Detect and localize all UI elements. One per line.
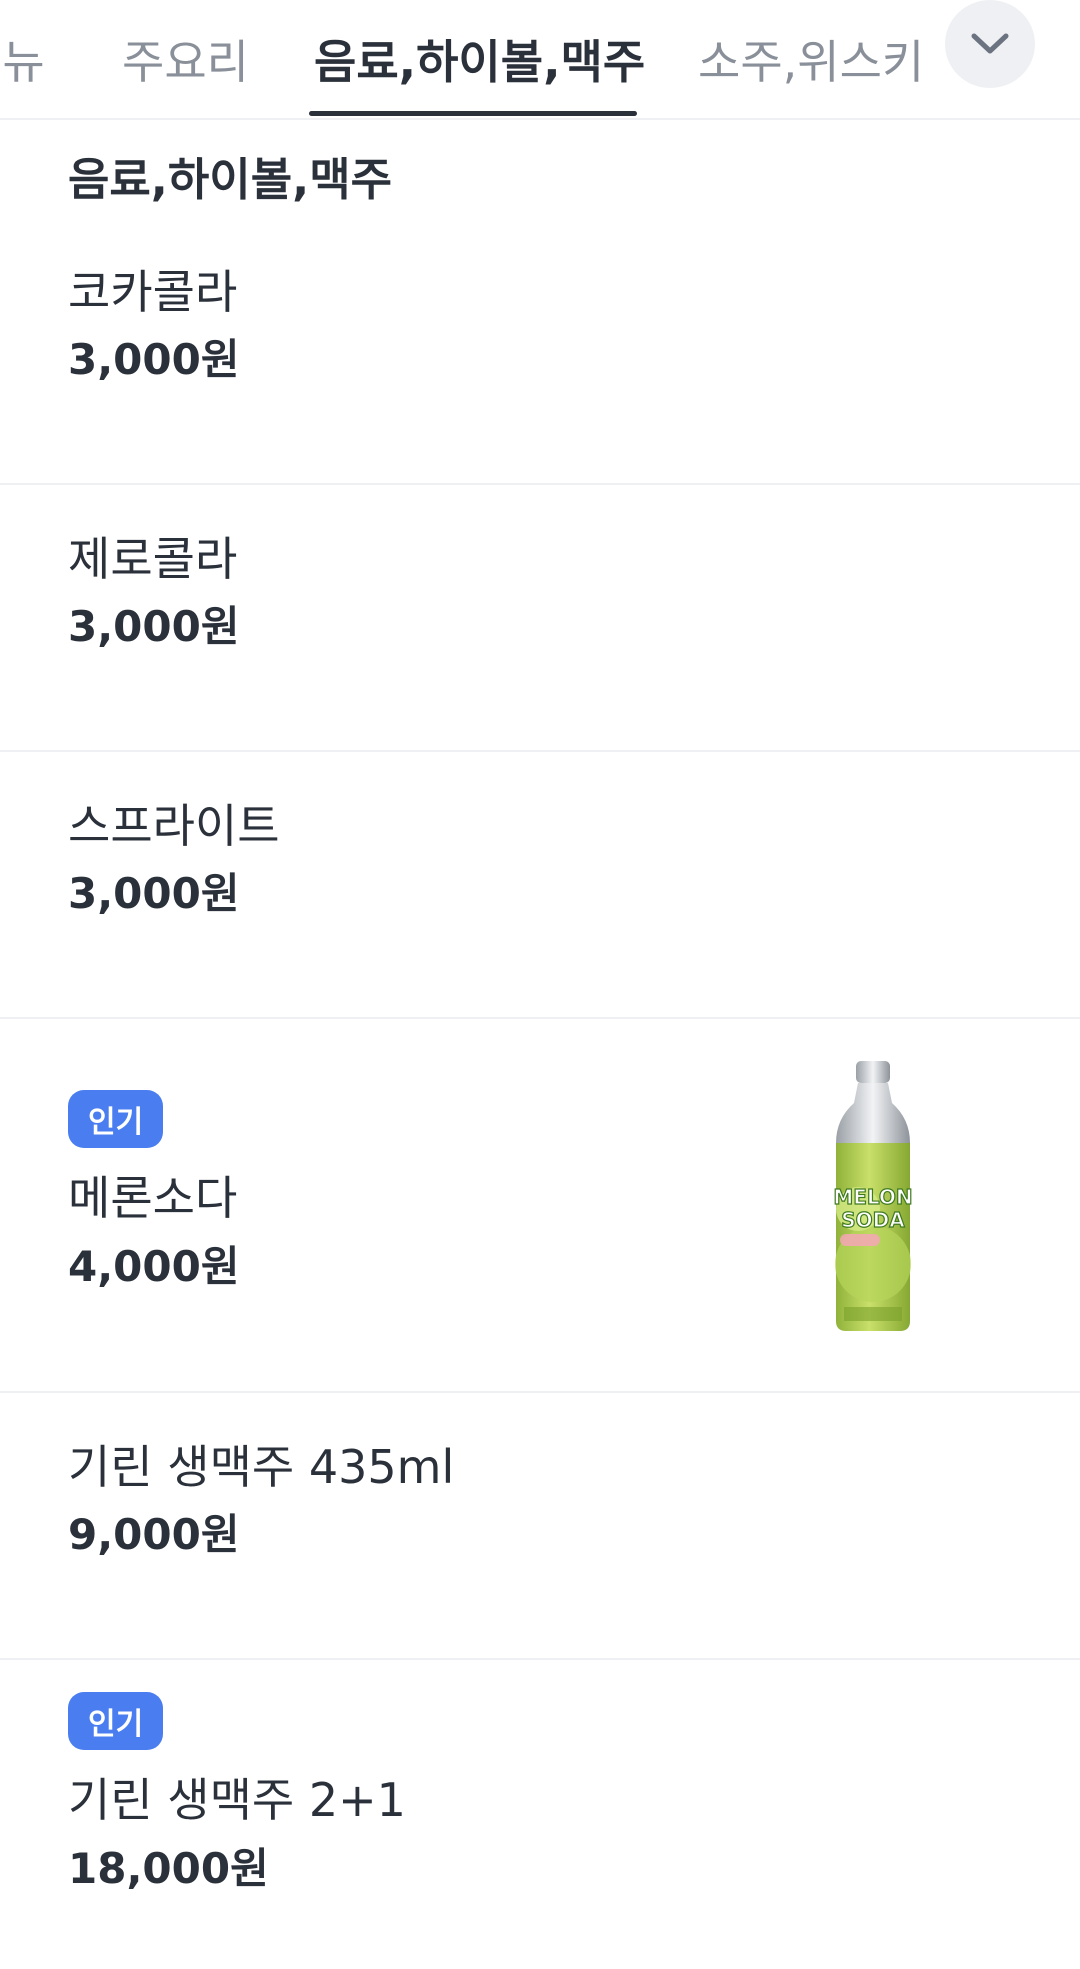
popular-badge: 인기 <box>68 1090 164 1148</box>
melon-soda-bottle-image: MELON SODA <box>833 1061 913 1331</box>
item-name: 기린 생맥주 2+1 <box>68 1773 406 1827</box>
menu-item-melon-soda[interactable]: 인기 메론소다 4,000원 MELON SODA <box>0 1019 1080 1393</box>
menu-item-kirin-draft-2plus1[interactable]: 인기 기린 생맥주 2+1 18,000원 <box>0 1660 1080 1969</box>
item-price: 9,000원 <box>68 1510 240 1559</box>
expand-categories-button[interactable] <box>945 0 1035 88</box>
item-price: 18,000원 <box>68 1844 269 1893</box>
category-tab-bar: 메뉴 주요리 음료,하이볼,맥주 소주,위스키 <box>0 0 1080 120</box>
item-name: 제로콜라 <box>68 532 238 586</box>
tab-soju-whisky[interactable]: 소주,위스키 <box>698 0 924 118</box>
item-name: 메론소다 <box>68 1171 238 1225</box>
menu-item-zero-cola[interactable]: 제로콜라 3,000원 <box>0 485 1080 752</box>
svg-text:SODA: SODA <box>841 1208 905 1232</box>
chevron-down-icon <box>971 33 1009 54</box>
menu-item-sprite[interactable]: 스프라이트 3,000원 <box>0 752 1080 1019</box>
menu-item-coca-cola[interactable]: 코카콜라 3,000원 <box>0 218 1080 485</box>
tab-drinks-highball-beer[interactable]: 음료,하이볼,맥주 <box>314 0 645 118</box>
menu-item-kirin-draft-435ml[interactable]: 기린 생맥주 435ml 9,000원 <box>0 1393 1080 1660</box>
item-name: 코카콜라 <box>68 265 238 319</box>
svg-text:MELON: MELON <box>833 1185 912 1209</box>
item-price: 4,000원 <box>68 1242 240 1291</box>
item-price: 3,000원 <box>68 869 240 918</box>
item-price: 3,000원 <box>68 335 240 384</box>
tab-menu[interactable]: 메뉴 <box>0 0 45 118</box>
popular-badge: 인기 <box>68 1692 164 1750</box>
item-name: 스프라이트 <box>68 799 280 853</box>
item-price: 3,000원 <box>68 602 240 651</box>
item-name: 기린 생맥주 435ml <box>68 1440 455 1494</box>
tab-main-dishes[interactable]: 주요리 <box>122 0 249 118</box>
section-title: 음료,하이볼,맥주 <box>68 153 392 206</box>
active-tab-indicator <box>309 111 637 116</box>
